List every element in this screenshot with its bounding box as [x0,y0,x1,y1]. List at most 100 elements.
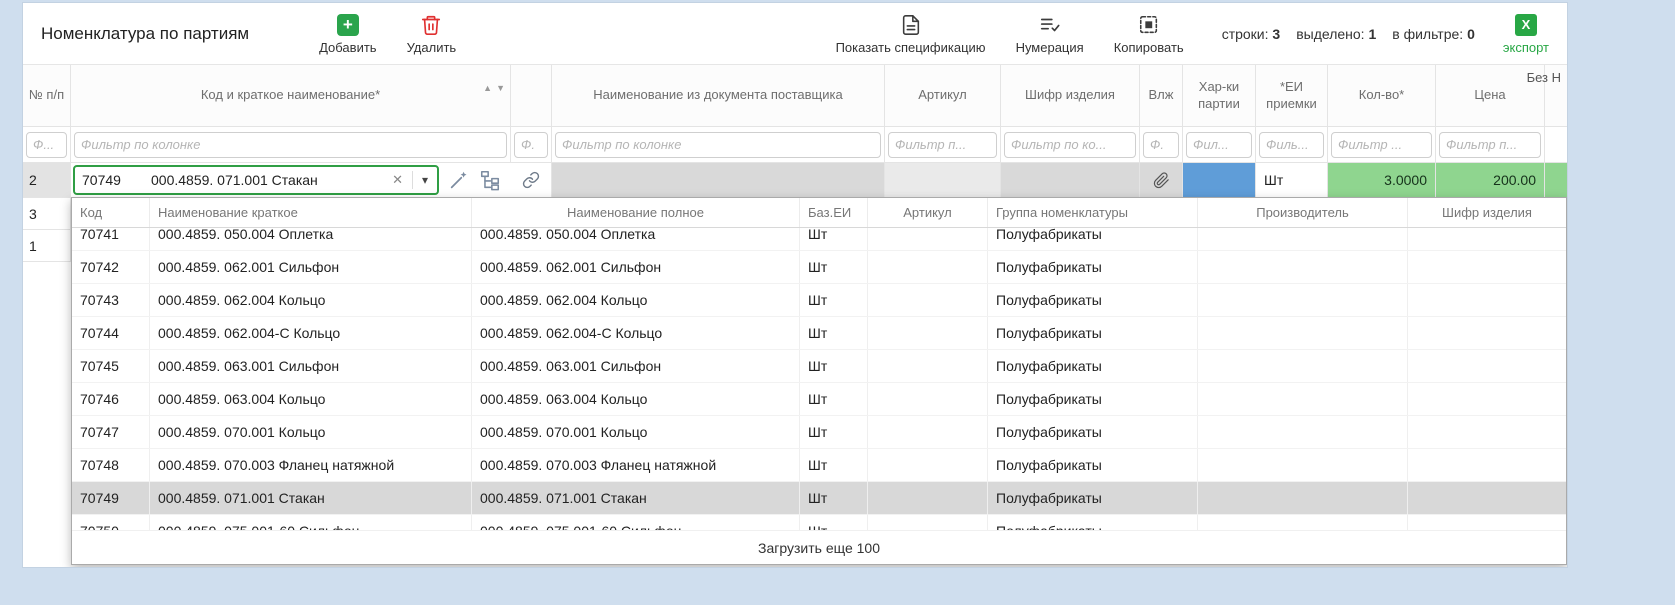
dd-cell-code: 70742 [72,251,150,283]
show-specification-button[interactable]: Показать спецификацию [836,13,986,55]
filter-input-vlzh[interactable] [1143,132,1179,158]
dropdown-row[interactable]: 70749 000.4859. 071.001 Стакан 000.4859.… [72,482,1566,515]
export-label: экспорт [1503,40,1549,55]
filter-input-ei[interactable] [1259,132,1324,158]
dd-cell-base-ei: Шт [800,482,868,514]
code-name-editor[interactable]: 70749 000.4859. 071.001 Стакан ✕ ▾ [73,165,439,195]
grid-stats: строки: 3 выделено: 1 в фильтре: 0 [1222,26,1475,42]
link-cell[interactable] [511,163,552,197]
stat-rows: строки: 3 [1222,26,1281,42]
editor-code-value[interactable]: 70749 [75,172,151,188]
toolbar: Номенклатура по партиям + Добавить Удали… [23,3,1567,65]
filter-input-supplier-name[interactable] [555,132,881,158]
column-header-ei[interactable]: *ЕИ приемки [1256,65,1328,126]
sort-arrows[interactable]: ▲ ▼ [483,83,505,94]
dropdown-row[interactable]: 70743 000.4859. 062.004 Кольцо 000.4859.… [72,284,1566,317]
stat-in-filter-label: в фильтре: [1392,26,1463,42]
numbering-button[interactable]: Нумерация [1016,13,1084,55]
filter-input-article[interactable] [888,132,997,158]
dropdown-row[interactable]: 70747 000.4859. 070.001 Кольцо 000.4859.… [72,416,1566,449]
filter-input-code-name[interactable] [74,132,507,158]
dd-cell-short-name: 000.4859. 070.003 Фланец натяжной [150,449,472,481]
filter-input-num[interactable] [26,132,67,158]
dd-cell-base-ei: Шт [800,383,868,415]
dd-cell-group: Полуфабрикаты [988,350,1198,382]
dd-cell-manufacturer [1198,350,1408,382]
dd-cell-manufacturer [1198,416,1408,448]
column-header-product-code[interactable]: Шифр изделия [1001,65,1140,126]
dd-cell-group: Полуфабрикаты [988,317,1198,349]
row-number-cell[interactable]: 1 [23,230,71,261]
dd-cell-code: 70741 [72,228,150,250]
filter-input-f[interactable] [514,132,548,158]
hierarchy-tree-button[interactable] [479,169,501,191]
filter-input-qty[interactable] [1331,132,1432,158]
stat-selected: выделено: 1 [1296,26,1376,42]
dd-cell-code: 70746 [72,383,150,415]
show-specification-label: Показать спецификацию [836,40,986,55]
dd-header-manufacturer: Производитель [1198,198,1408,227]
column-header-article[interactable]: Артикул [885,65,1001,126]
column-header-qty[interactable]: Кол-во* [1328,65,1436,126]
dd-cell-manufacturer [1198,515,1408,530]
link-icon [522,171,540,189]
dd-cell-article [868,515,988,530]
dd-cell-group: Полуфабрикаты [988,383,1198,415]
dropdown-row[interactable]: 70745 000.4859. 063.001 Сильфон 000.4859… [72,350,1566,383]
stat-rows-label: строки: [1222,26,1269,42]
dropdown-row[interactable]: 70744 000.4859. 062.004-С Кольцо 000.485… [72,317,1566,350]
dropdown-row[interactable]: 70742 000.4859. 062.001 Сильфон 000.4859… [72,251,1566,284]
tree-icon [479,169,501,191]
editor-name-value[interactable]: 000.4859. 071.001 Стакан [151,172,383,188]
dropdown-row[interactable]: 70741 000.4859. 050.004 Оплетка 000.4859… [72,228,1566,251]
qty-cell[interactable]: 3.0000 [1328,163,1436,197]
filter-input-price[interactable] [1439,132,1541,158]
chevron-down-icon[interactable]: ▾ [413,173,437,187]
dd-cell-cipher [1408,482,1424,514]
load-more-button[interactable]: Загрузить еще 100 [72,530,1566,564]
sort-desc-icon[interactable]: ▼ [496,83,505,94]
dd-cell-short-name: 000.4859. 062.001 Сильфон [150,251,472,283]
row-number-cell[interactable]: 2 [23,163,71,197]
column-header-code-name-label: Код и краткое наименование* [201,87,380,103]
column-header-code-name[interactable]: Код и краткое наименование* ▲ ▼ [71,65,511,126]
clear-icon[interactable]: ✕ [383,172,412,188]
dropdown-row[interactable]: 70750 000.4859. 075.001-60 Сильфон 000.4… [72,515,1566,530]
row-number-cell[interactable]: 3 [23,198,71,229]
column-header-vlzh[interactable]: Влж [1140,65,1183,126]
batch-chars-cell[interactable] [1183,163,1256,197]
dd-header-cipher: Шифр изделия [1408,198,1566,227]
dd-cell-article [868,482,988,514]
supplier-name-cell[interactable] [552,163,885,197]
filter-input-product-code[interactable] [1004,132,1136,158]
magic-wand-icon [448,169,470,191]
dropdown-row[interactable]: 70748 000.4859. 070.003 Фланец натяжной … [72,449,1566,482]
sort-asc-icon[interactable]: ▲ [483,83,492,94]
article-cell[interactable] [885,163,1001,197]
product-code-cell[interactable] [1001,163,1140,197]
numbering-label: Нумерация [1016,40,1084,55]
add-button[interactable]: + Добавить [319,13,376,55]
column-header-f[interactable] [511,65,552,126]
price-cell[interactable]: 200.00 [1436,163,1545,197]
attachments-cell[interactable] [1140,163,1183,197]
wizard-wand-button[interactable] [448,169,470,191]
column-header-num[interactable]: № п/п [23,65,71,126]
copy-button[interactable]: Копировать [1114,13,1184,55]
dd-cell-short-name: 000.4859. 063.001 Сильфон [150,350,472,382]
dd-cell-cipher [1408,284,1424,316]
stat-in-filter-value: 0 [1467,26,1475,42]
filter-input-batch-chars[interactable] [1186,132,1252,158]
column-header-batch-chars[interactable]: Хар-ки партии [1183,65,1256,126]
delete-button[interactable]: Удалить [407,13,457,55]
export-excel-button[interactable]: X экспорт [1503,13,1549,55]
stat-rows-value: 3 [1272,26,1280,42]
dropdown-row[interactable]: 70746 000.4859. 063.004 Кольцо 000.4859.… [72,383,1566,416]
dd-cell-short-name: 000.4859. 071.001 Стакан [150,482,472,514]
dd-cell-short-name: 000.4859. 075.001-60 Сильфон [150,515,472,530]
column-header-supplier-name[interactable]: Наименование из документа поставщика [552,65,885,126]
dd-cell-full-name: 000.4859. 075.001-60 Сильфон [472,515,800,530]
stat-in-filter: в фильтре: 0 [1392,26,1475,42]
dd-cell-manufacturer [1198,482,1408,514]
ei-cell[interactable]: Шт [1256,163,1328,197]
